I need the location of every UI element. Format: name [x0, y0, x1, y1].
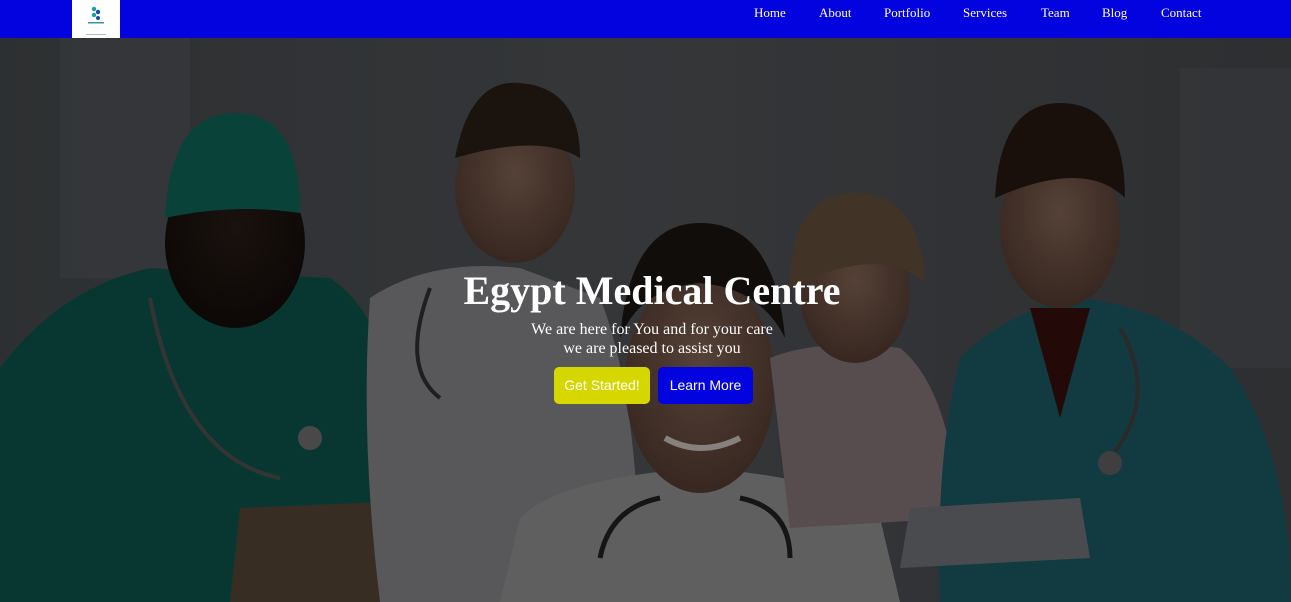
nav-link-home[interactable]: Home: [754, 5, 786, 21]
hero-subtitle-line-2: we are pleased to assist you: [563, 340, 741, 357]
learn-more-button[interactable]: Learn More: [658, 367, 753, 404]
nav-link-team[interactable]: Team: [1041, 5, 1070, 21]
get-started-button[interactable]: Get Started!: [554, 367, 650, 404]
nav-link-services[interactable]: Services: [963, 5, 1007, 21]
hero-title: Egypt Medical Centre: [463, 268, 841, 313]
nav-link-portfolio[interactable]: Portfolio: [884, 5, 930, 21]
nav-link-contact[interactable]: Contact: [1161, 5, 1201, 21]
nav-link-about[interactable]: About: [819, 5, 852, 21]
hero-content: Egypt Medical Centre We are here for You…: [0, 268, 1291, 358]
nav-link-blog[interactable]: Blog: [1102, 5, 1127, 21]
logo-icon: [72, 0, 120, 38]
hero-section: Egypt Medical Centre We are here for You…: [0, 38, 1291, 602]
logo[interactable]: [72, 0, 120, 38]
hero-subtitle-line-1: We are here for You and for your care: [531, 321, 773, 338]
navbar: Home About Portfolio Services Team Blog …: [0, 0, 1291, 38]
